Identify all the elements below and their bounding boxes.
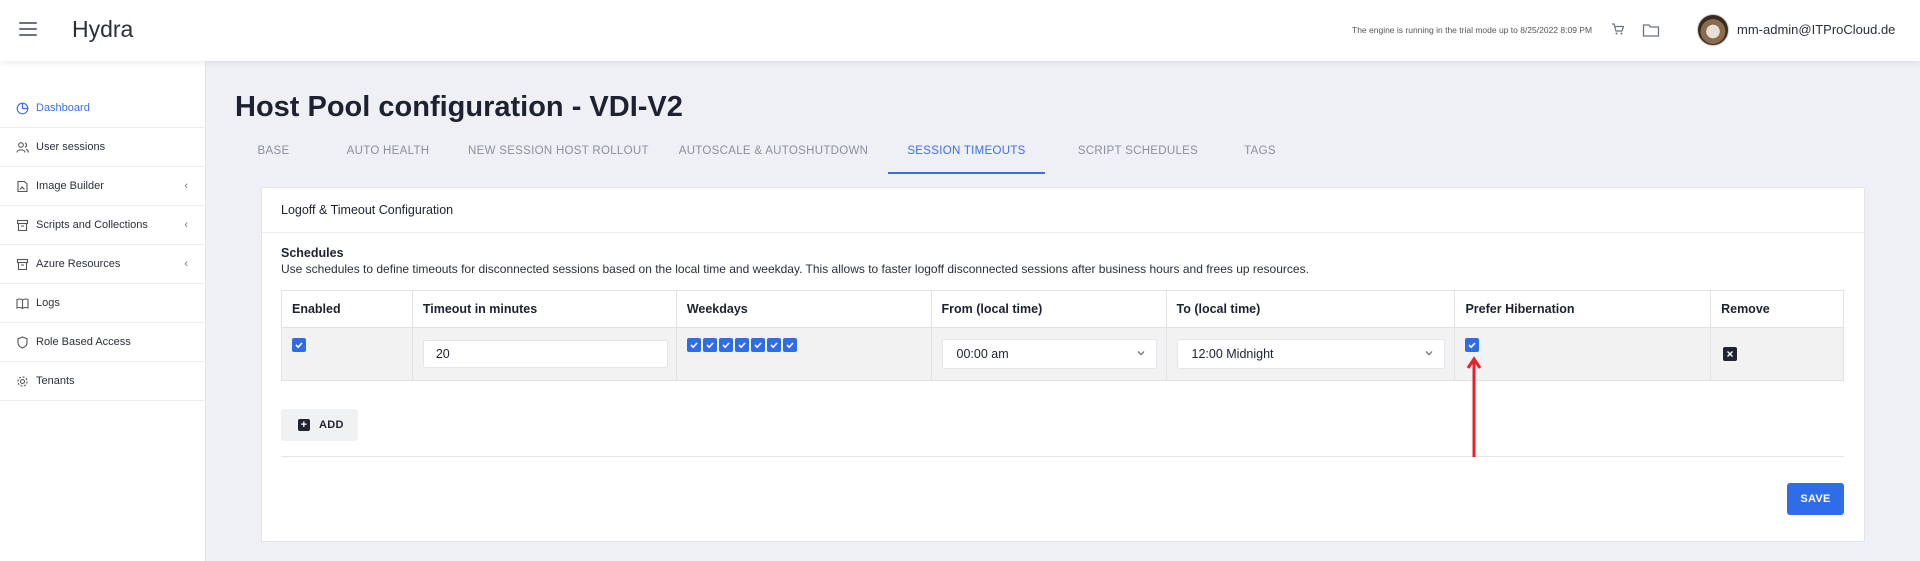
column-header-from: From (local time) xyxy=(930,290,1167,328)
weekday-checkbox[interactable] xyxy=(702,338,717,352)
archive-icon xyxy=(15,218,29,232)
column-header-weekdays: Weekdays xyxy=(675,290,932,328)
avatar[interactable] xyxy=(1697,14,1729,46)
weekday-checkbox[interactable] xyxy=(718,338,733,352)
shield-icon xyxy=(15,335,29,349)
remove-button[interactable] xyxy=(1723,347,1738,361)
enabled-checkbox[interactable] xyxy=(292,338,306,352)
users-icon xyxy=(15,140,29,154)
card-title: Logoff & Timeout Configuration xyxy=(281,203,454,217)
sidebar-item-label: Logs xyxy=(36,297,60,309)
weekday-checkboxes xyxy=(686,338,797,352)
tab-new-session-host-rollout[interactable]: NEW SESSION HOST ROLLOUT xyxy=(468,140,648,174)
prefer-hibernation-checkbox[interactable] xyxy=(1465,338,1480,352)
sidebar-item-image-builder[interactable]: Image Builder ‹ xyxy=(0,167,206,206)
book-icon xyxy=(15,296,29,310)
add-button-label: ADD xyxy=(319,419,344,431)
column-header-prefer-hibernation: Prefer Hibernation xyxy=(1454,290,1712,328)
trial-notice: The engine is running in the trial mode … xyxy=(1352,25,1593,35)
from-time-select[interactable]: 00:00 am xyxy=(941,339,1157,369)
chevron-left-icon: ‹ xyxy=(184,219,188,231)
cell-timeout: 20 xyxy=(411,327,677,381)
timeout-input[interactable]: 20 xyxy=(422,340,668,368)
menu-icon[interactable] xyxy=(19,22,37,36)
sidebar-item-label: Role Based Access xyxy=(36,336,131,348)
app-title: Hydra xyxy=(72,16,134,42)
sidebar-item-user-sessions[interactable]: User sessions xyxy=(0,128,206,167)
top-bar: Hydra The engine is running in the trial… xyxy=(0,0,1920,61)
cell-prefer-hibernation xyxy=(1454,327,1712,381)
schedules-title: Schedules xyxy=(281,246,344,260)
tab-session-timeouts[interactable]: SESSION TIMEOUTS xyxy=(888,140,1045,174)
sidebar-item-dashboard[interactable]: Dashboard xyxy=(0,89,206,128)
tab-autoscale-autoshutdown[interactable]: AUTOSCALE & AUTOSHUTDOWN xyxy=(676,140,871,174)
sidebar-item-label: Dashboard xyxy=(36,102,90,114)
chevron-left-icon: ‹ xyxy=(184,180,188,192)
weekday-checkbox[interactable] xyxy=(766,338,781,352)
weekday-checkbox[interactable] xyxy=(734,338,749,352)
add-schedule-button[interactable]: + ADD xyxy=(281,409,358,441)
to-time-select[interactable]: 12:00 Midnight xyxy=(1176,339,1445,369)
sidebar-item-logs[interactable]: Logs xyxy=(0,284,206,323)
archive-icon xyxy=(15,257,29,271)
gear-icon xyxy=(15,374,29,388)
sidebar-item-label: User sessions xyxy=(36,141,106,153)
tab-base[interactable]: BASE xyxy=(240,140,307,174)
cell-to: 12:00 Midnight xyxy=(1165,327,1456,381)
tab-script-schedules[interactable]: SCRIPT SCHEDULES xyxy=(1065,140,1211,174)
sidebar-item-scripts-and-collections[interactable]: Scripts and Collections ‹ xyxy=(0,206,206,245)
cart-icon[interactable] xyxy=(1611,22,1625,36)
chevron-down-icon xyxy=(1137,351,1144,356)
sidebar: Dashboard User sessions Image Builder ‹ … xyxy=(0,61,206,561)
table-row: 20 00:00 am 12:00 Midnight xyxy=(281,327,1844,381)
image-icon xyxy=(15,179,29,193)
from-time-value: 00:00 am xyxy=(956,347,1009,361)
chevron-left-icon: ‹ xyxy=(184,258,188,270)
weekday-checkbox[interactable] xyxy=(750,338,765,352)
sidebar-item-azure-resources[interactable]: Azure Resources ‹ xyxy=(0,245,206,284)
folder-icon[interactable] xyxy=(1642,22,1660,38)
page-title: Host Pool configuration - VDI-V2 xyxy=(235,91,683,123)
plus-icon: + xyxy=(298,419,310,431)
column-header-timeout: Timeout in minutes xyxy=(411,290,677,328)
sidebar-item-label: Azure Resources xyxy=(36,258,121,270)
cell-from: 00:00 am xyxy=(930,327,1167,381)
logoff-timeout-card: Logoff & Timeout Configuration Schedules… xyxy=(261,187,1865,542)
close-icon xyxy=(1727,351,1734,357)
table-header-row: Enabled Timeout in minutes Weekdays From… xyxy=(281,290,1844,328)
schedules-table: Enabled Timeout in minutes Weekdays From… xyxy=(281,290,1844,381)
user-email[interactable]: mm-admin@ITProCloud.de xyxy=(1737,22,1895,37)
tab-tags[interactable]: TAGS xyxy=(1230,140,1290,174)
sidebar-item-label: Tenants xyxy=(36,375,75,387)
to-time-value: 12:00 Midnight xyxy=(1191,347,1274,361)
card-header: Logoff & Timeout Configuration xyxy=(262,188,1864,233)
sidebar-item-tenants[interactable]: Tenants xyxy=(0,362,206,401)
tab-auto-health[interactable]: AUTO HEALTH xyxy=(338,140,438,174)
cell-weekdays xyxy=(675,327,932,381)
weekday-checkbox[interactable] xyxy=(686,338,701,352)
divider xyxy=(281,456,1844,457)
sidebar-item-label: Scripts and Collections xyxy=(36,219,148,231)
column-header-to: To (local time) xyxy=(1165,290,1456,328)
cell-enabled xyxy=(281,327,413,381)
chevron-down-icon xyxy=(1425,351,1432,356)
sidebar-item-role-based-access[interactable]: Role Based Access xyxy=(0,323,206,362)
weekday-checkbox[interactable] xyxy=(782,338,797,352)
schedules-description: Use schedules to define timeouts for dis… xyxy=(281,262,1309,276)
sidebar-item-label: Image Builder xyxy=(36,180,104,192)
dashboard-icon xyxy=(15,101,29,115)
save-button[interactable]: SAVE xyxy=(1787,483,1844,515)
column-header-enabled: Enabled xyxy=(281,290,413,328)
column-header-remove: Remove xyxy=(1710,290,1844,328)
cell-remove xyxy=(1710,327,1844,381)
annotation-arrow-icon xyxy=(1466,356,1482,457)
